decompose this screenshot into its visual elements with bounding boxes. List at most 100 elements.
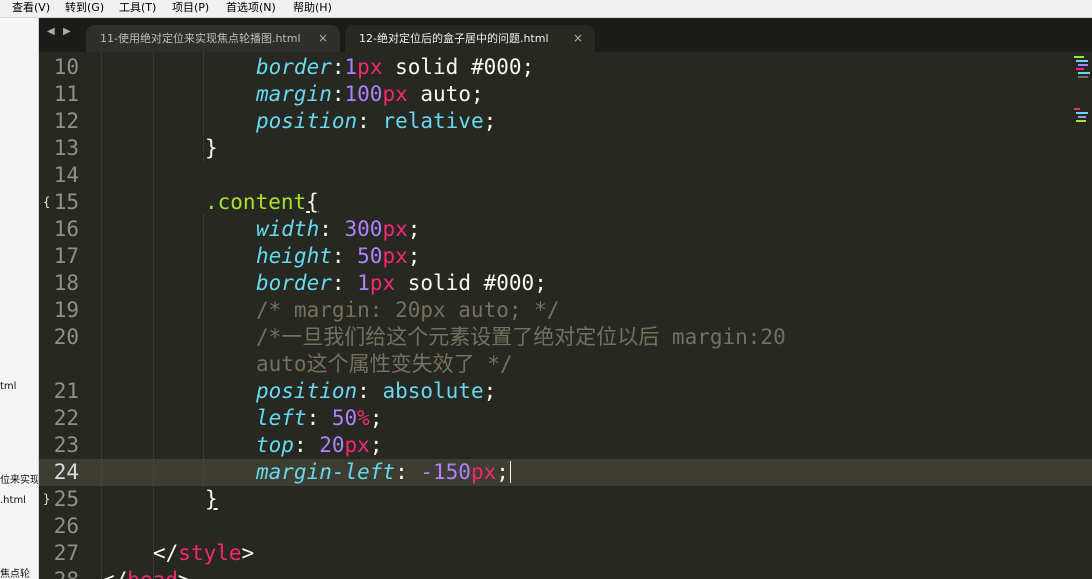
code-editor[interactable]: 10 11 12 13 14 { 15 16 17 18 19 20 21 22… — [39, 52, 1092, 579]
css-property: position — [256, 109, 358, 133]
sidebar-file[interactable]: 位来实现 — [0, 475, 38, 487]
line-number: 11 — [53, 82, 79, 106]
line-number: 26 — [53, 514, 79, 538]
tab-back-icon[interactable]: ◀ — [47, 25, 55, 39]
number: 20 — [319, 433, 345, 457]
minimap-line — [1078, 76, 1088, 78]
code-line-21: position: absolute; — [256, 378, 496, 405]
punct: ; — [407, 244, 421, 268]
code-line-24: margin-left: -150px; — [256, 459, 511, 486]
minimap[interactable] — [1072, 52, 1092, 132]
code-line-18: border: 1px solid #000; — [256, 270, 547, 297]
css-property: border — [256, 55, 332, 79]
punct: ; — [369, 433, 383, 457]
tab-forward-icon[interactable]: ▶ — [63, 25, 71, 39]
value: absolute — [382, 379, 484, 403]
value: auto; — [407, 82, 484, 106]
minimap-line — [1074, 108, 1080, 110]
punct: ; — [369, 406, 383, 430]
tag-name: style — [178, 541, 242, 565]
code-line-12: position: relative; — [256, 108, 496, 135]
unit: px — [382, 82, 408, 106]
tab-file-12[interactable]: 12-绝对定位后的盒子居中的问题.html × — [345, 25, 595, 52]
menu-project[interactable]: 项目(P) — [172, 1, 209, 15]
menu-tools[interactable]: 工具(T) — [119, 1, 156, 15]
value: solid #000; — [382, 55, 535, 79]
number: -150 — [420, 460, 471, 484]
tag-bracket: > — [241, 541, 255, 565]
code-line-20-wrap: auto这个属性变失效了 */ — [256, 351, 513, 378]
number: 100 — [344, 82, 383, 106]
tag-bracket: </ — [153, 541, 179, 565]
punct: ; — [496, 460, 509, 484]
punct: : — [306, 406, 332, 430]
css-property: margin-left — [256, 460, 396, 484]
line-number: 20 — [53, 325, 79, 349]
css-property: width — [256, 217, 320, 241]
unit: px — [357, 55, 383, 79]
line-number: 27 — [53, 541, 79, 565]
line-number: 23 — [53, 433, 79, 457]
minimap-line — [1078, 72, 1090, 74]
code-line-15: .content{ — [205, 189, 319, 216]
css-property: left — [256, 406, 307, 430]
code-line-11: margin:100px auto; — [256, 81, 484, 108]
line-number: 12 — [53, 109, 79, 133]
minimap-line — [1076, 112, 1088, 114]
punct: : — [357, 379, 383, 403]
code-line-13: } — [205, 135, 218, 162]
text-cursor — [509, 461, 511, 483]
code-line-27: </style> — [153, 540, 254, 567]
line-number: 22 — [53, 406, 79, 430]
brace: } — [205, 487, 218, 511]
menu-help[interactable]: 帮助(H) — [293, 1, 332, 15]
close-icon[interactable]: × — [318, 25, 328, 52]
punct: ; — [483, 379, 497, 403]
tab-bar: ◀ ▶ 11-使用绝对定位来实现焦点轮播图.html × 12-绝对定位后的盒子… — [39, 18, 1092, 52]
punct: : — [395, 460, 421, 484]
code-line-10: border:1px solid #000; — [256, 54, 534, 81]
punct: : — [293, 433, 320, 457]
tab-label: 11-使用绝对定位来实现焦点轮播图.html — [100, 32, 301, 45]
line-number-current: 24 — [39, 459, 95, 486]
minimap-line — [1076, 68, 1084, 70]
code-line-22: left: 50%; — [256, 405, 382, 432]
css-property: top — [256, 433, 294, 457]
line-number: 19 — [53, 298, 79, 322]
punct: : — [331, 244, 358, 268]
line-number: 15 — [53, 190, 79, 214]
comment: auto这个属性变失效了 */ — [256, 352, 513, 376]
indent-guide — [101, 52, 102, 579]
minimap-line — [1078, 116, 1086, 118]
sidebar: tml 位来实现 .html 焦点轮 — [0, 18, 39, 579]
current-line-highlight — [95, 459, 1092, 486]
number: 50 — [331, 406, 358, 430]
unit: px — [382, 244, 408, 268]
sidebar-file[interactable]: 焦点轮 — [0, 569, 30, 579]
punct: : — [319, 217, 345, 241]
line-gutter: 10 11 12 13 14 { 15 16 17 18 19 20 21 22… — [39, 52, 95, 579]
tab-file-11[interactable]: 11-使用绝对定位来实现焦点轮播图.html × — [86, 25, 340, 52]
code-line-19: /* margin: 20px auto; */ — [256, 297, 559, 324]
punct: : — [331, 271, 358, 295]
close-icon[interactable]: × — [573, 25, 583, 52]
sidebar-file[interactable]: .html — [0, 495, 26, 507]
sidebar-file[interactable]: tml — [0, 381, 16, 393]
line-number: 18 — [53, 271, 79, 295]
minimap-line — [1078, 64, 1088, 66]
value: solid — [395, 271, 484, 295]
minimap-line — [1074, 56, 1084, 58]
color-value: #000 — [483, 271, 535, 295]
number: 1 — [344, 55, 358, 79]
code-line-20: /*一旦我们给这个元素设置了绝对定位以后 margin:20 — [256, 324, 786, 351]
tag-name: head — [127, 568, 178, 579]
minimap-line — [1076, 60, 1088, 62]
line-number: 25 — [53, 487, 79, 511]
line-number: 13 — [53, 136, 79, 160]
menu-view[interactable]: 查看(V) — [12, 1, 50, 15]
menu-preferences[interactable]: 首选项(N) — [226, 1, 276, 15]
punct: ; — [407, 217, 421, 241]
brace: } — [205, 136, 218, 160]
menu-goto[interactable]: 转到(G) — [65, 1, 104, 15]
line-number: 10 — [53, 55, 79, 79]
